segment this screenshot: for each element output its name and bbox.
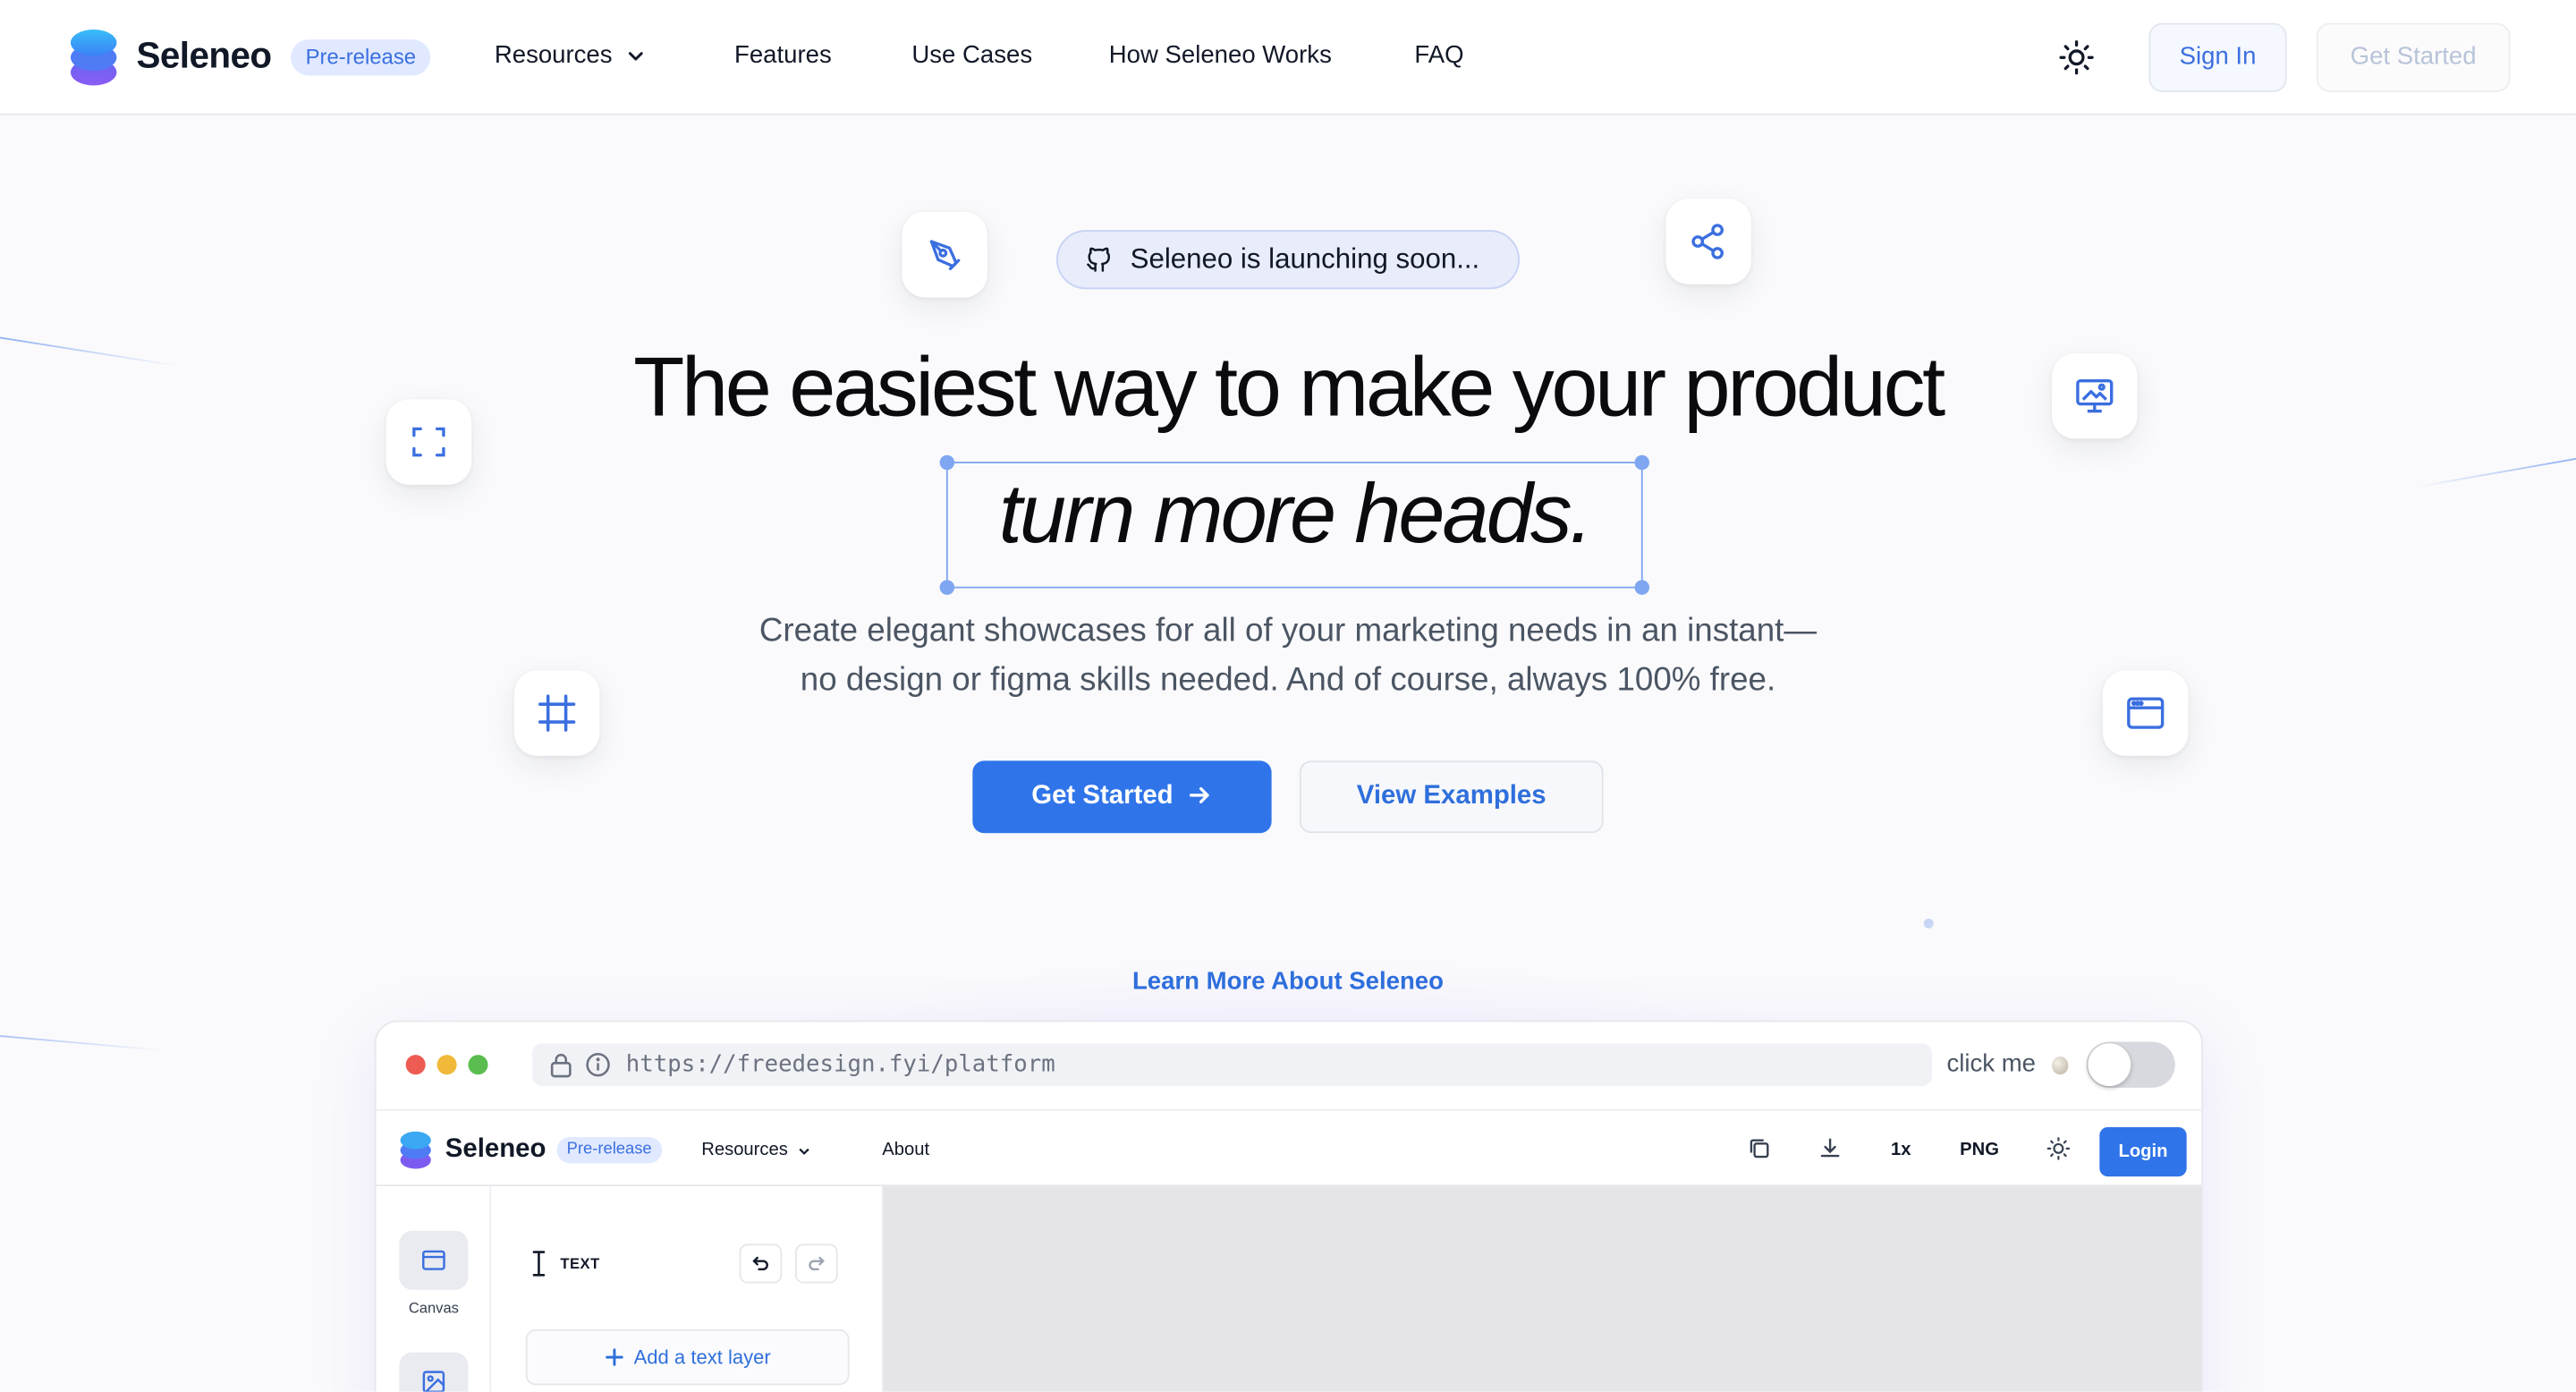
rail-image-button[interactable]: [399, 1352, 469, 1392]
nav-use-cases[interactable]: Use Cases: [911, 41, 1032, 69]
share-tile: [1665, 199, 1751, 284]
decorative-streak: [2414, 457, 2576, 488]
chevron-down-icon: [798, 1148, 809, 1155]
app-nav-resources[interactable]: Resources: [701, 1141, 810, 1160]
coin-icon: [2052, 1056, 2069, 1075]
app-nav-resources-label: Resources: [701, 1140, 788, 1160]
sun-icon[interactable]: [2046, 1135, 2072, 1161]
sun-icon[interactable]: [2057, 38, 2097, 77]
app-nav-about[interactable]: About: [882, 1141, 929, 1160]
decorative-streak: [0, 1035, 164, 1051]
add-text-layer-button[interactable]: Add a text layer: [525, 1328, 850, 1386]
lock-icon: [550, 1053, 572, 1078]
window-maximize-dot: [468, 1055, 488, 1075]
plus-icon: [605, 1348, 623, 1366]
seleneo-logo[interactable]: [69, 28, 118, 87]
top-navbar: Seleneo Pre-release Resources Features U…: [0, 0, 2576, 115]
nav-faq[interactable]: FAQ: [1414, 41, 1463, 69]
chevron-down-icon: [628, 52, 643, 61]
nav-resources[interactable]: Resources: [495, 41, 645, 69]
sign-in-button[interactable]: Sign In: [2148, 22, 2287, 92]
learn-more-link[interactable]: Learn More About Seleneo: [0, 968, 2576, 996]
product-preview-window: https://freedesign.fyi/platform click me…: [374, 1020, 2204, 1392]
hero-subtext: Create elegant showcases for all of your…: [631, 607, 1945, 705]
scale-selector[interactable]: 1x: [1891, 1141, 1911, 1160]
pen-tool-icon: [929, 240, 961, 270]
brand-name[interactable]: Seleneo: [136, 35, 272, 78]
window-close-dot: [405, 1055, 426, 1075]
text-panel: TEXT Add a text layer: [491, 1186, 885, 1392]
pen-tool-tile: [902, 211, 987, 298]
toggle-knob: [2088, 1043, 2131, 1087]
window-minimize-dot: [436, 1055, 457, 1075]
hero-headline-emphasis: turn more heads.: [998, 466, 1593, 561]
url-text: https://freedesign.fyi/platform: [625, 1051, 1055, 1078]
get-started-label: Get Started: [1031, 782, 1174, 811]
info-icon: [586, 1052, 610, 1077]
get-started-nav-button[interactable]: Get Started: [2316, 22, 2511, 92]
hero-headline: The easiest way to make your product: [633, 340, 1945, 434]
launch-announcement-text: Seleneo is launching soon...: [1130, 242, 1480, 275]
redo-icon: [809, 1256, 825, 1271]
nav-resources-label: Resources: [494, 40, 613, 70]
address-bar[interactable]: https://freedesign.fyi/platform: [532, 1043, 1932, 1087]
app-navbar: Seleneo Pre-release Resources About 1x P…: [376, 1108, 2202, 1187]
decorative-dot: [1923, 918, 1934, 929]
image-icon: [422, 1371, 445, 1392]
hero-subtext-line1: Create elegant showcases for all of your…: [758, 613, 1818, 649]
get-started-button[interactable]: Get Started: [972, 760, 1272, 834]
browser-window-icon: [422, 1250, 445, 1270]
login-button[interactable]: Login: [2099, 1126, 2187, 1177]
selection-handle: [939, 580, 955, 595]
app-brand-name[interactable]: Seleneo: [445, 1135, 547, 1165]
format-selector[interactable]: PNG: [1960, 1141, 1999, 1160]
hash-frame-tile: [513, 670, 600, 756]
text-cursor-icon: [532, 1251, 546, 1277]
seleneo-logo[interactable]: [399, 1131, 432, 1170]
launch-announcement-pill[interactable]: Seleneo is launching soon...: [1055, 230, 1520, 290]
toggle-label: click me: [1946, 1049, 2036, 1078]
github-icon: [1087, 247, 1111, 272]
view-examples-button[interactable]: View Examples: [1299, 760, 1604, 834]
app-side-rail: [376, 1186, 492, 1392]
browser-window-icon: [2127, 697, 2165, 729]
nav-features[interactable]: Features: [734, 41, 832, 69]
rail-canvas-label: Canvas: [408, 1299, 459, 1317]
hash-frame-icon: [538, 694, 576, 732]
editor-canvas[interactable]: [884, 1186, 2202, 1392]
download-icon[interactable]: [1817, 1135, 1843, 1161]
copy-icon[interactable]: [1746, 1135, 1772, 1161]
undo-icon: [752, 1256, 768, 1271]
rail-canvas-button[interactable]: [399, 1230, 469, 1290]
browser-window-tile: [2102, 670, 2189, 756]
nav-how-it-works[interactable]: How Seleneo Works: [1109, 41, 1332, 69]
undo-button[interactable]: [739, 1243, 783, 1284]
arrow-right-icon: [1190, 786, 1209, 803]
add-text-layer-label: Add a text layer: [633, 1345, 771, 1369]
hero-subtext-line2: no design or figma skills needed. And of…: [800, 662, 1776, 699]
redo-button[interactable]: [794, 1243, 838, 1284]
share-icon: [1691, 224, 1724, 259]
selection-handle: [1634, 580, 1650, 595]
pre-release-badge: Pre-release: [291, 39, 431, 76]
panel-title: TEXT: [560, 1255, 600, 1272]
app-pre-release-badge: Pre-release: [556, 1136, 662, 1164]
theme-toggle-switch[interactable]: [2086, 1041, 2175, 1088]
